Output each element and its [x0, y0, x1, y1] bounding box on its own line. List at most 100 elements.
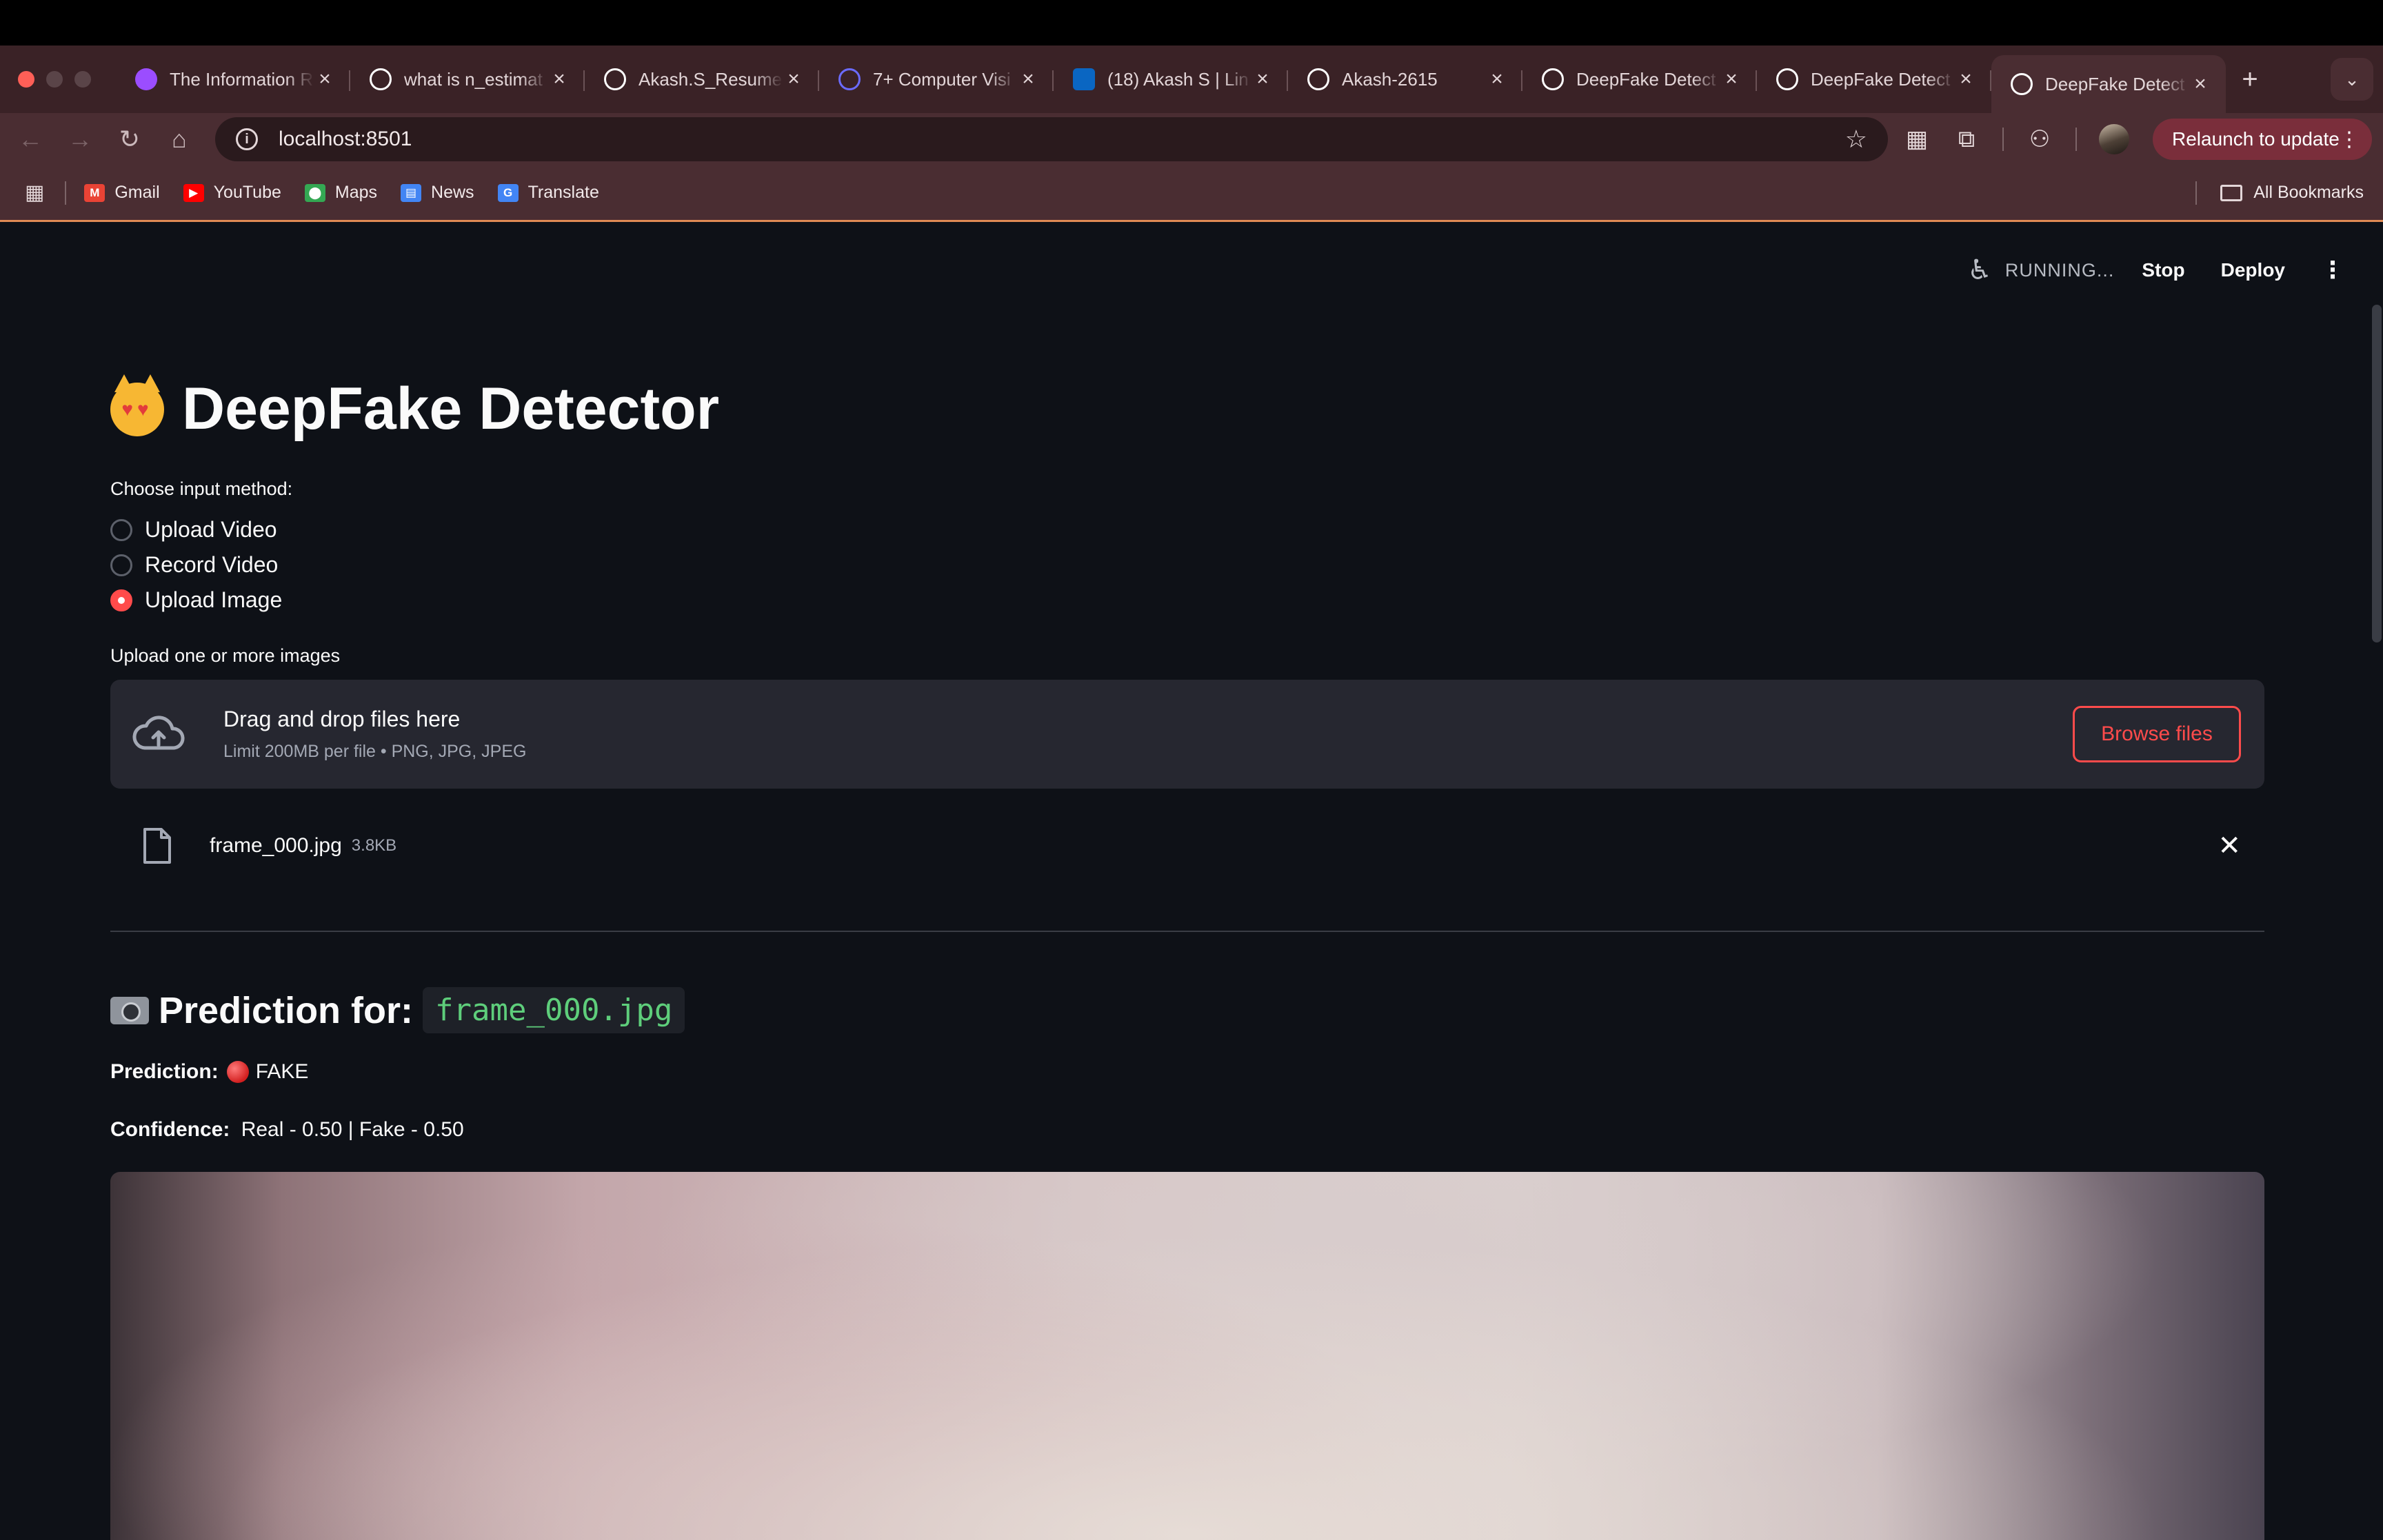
bookmark-label: News	[431, 183, 474, 202]
prediction-heading: Prediction for: frame_000.jpg	[110, 987, 685, 1033]
remove-file-close-icon[interactable]: ✕	[2218, 830, 2241, 862]
relaunch-to-update-button[interactable]: Relaunch to update ⋮	[2153, 119, 2372, 160]
bookmark-item[interactable]: ▶ YouTube	[183, 183, 281, 203]
dropzone-limits: Limit 200MB per file • PNG, JPG, JPEG	[223, 742, 527, 761]
toolbar-separator	[2075, 128, 2077, 151]
file-size: 3.8KB	[351, 836, 397, 855]
radio-record-video[interactable]: Record Video	[110, 552, 278, 578]
browser-tab[interactable]: Akash-2615 ×	[1288, 45, 1522, 113]
tab-title: 7+ Computer Visi	[873, 68, 1011, 90]
browser-tab[interactable]: DeepFake Detect ×	[1991, 55, 2226, 113]
bookmark-label: YouTube	[213, 183, 281, 202]
browser-tab[interactable]: Akash.S_Resume ×	[585, 45, 819, 113]
file-dropzone[interactable]: Drag and drop files here Limit 200MB per…	[110, 680, 2264, 789]
radio-circle[interactable]	[110, 518, 132, 541]
prediction-value: FAKE	[255, 1060, 309, 1083]
more-vertical-icon: ⋮	[2339, 128, 2360, 151]
streamlit-header: ♿ RUNNING... Stop Deploy ⋮	[1967, 222, 2383, 318]
browser-tab[interactable]: DeepFake Detect ×	[1522, 45, 1757, 113]
bookmark-star-icon[interactable]: ☆	[1845, 125, 1867, 154]
minimize-window-button[interactable]	[46, 71, 63, 88]
bookmark-item[interactable]: M Gmail	[84, 183, 160, 203]
folder-icon	[2220, 184, 2243, 201]
radio-upload-image[interactable]: Upload Image	[110, 587, 282, 613]
qr-code-icon[interactable]: ▦	[1903, 125, 1931, 153]
news-icon: ▤	[401, 183, 422, 202]
tab-search-button[interactable]: ⌄	[2331, 58, 2373, 101]
input-method-label: Choose input method:	[110, 478, 293, 499]
radio-label: Upload Image	[145, 587, 283, 612]
browser-tab[interactable]: The Information R ×	[116, 45, 350, 113]
tab-title: (18) Akash S | Lin	[1107, 68, 1249, 90]
stop-button[interactable]: Stop	[2142, 259, 2184, 281]
arrow-right-icon: →	[68, 125, 92, 153]
all-bookmarks-button[interactable]: All Bookmarks	[2220, 183, 2364, 203]
forward-button[interactable]: →	[55, 125, 105, 154]
dropzone-title: Drag and drop files here	[223, 707, 461, 731]
upload-label: Upload one or more images	[110, 645, 341, 666]
radio-upload-video[interactable]: Upload Video	[110, 517, 277, 543]
site-info-icon[interactable]: i	[236, 128, 258, 150]
red-circle-icon	[226, 1061, 249, 1083]
radio-circle-selected[interactable]	[110, 589, 132, 611]
url-text[interactable]: localhost:8501	[279, 128, 1845, 151]
extensions-puzzle-icon[interactable]: ⧉	[1953, 125, 1980, 153]
confidence-line: Confidence: Real - 0.50 | Fake - 0.50	[110, 1118, 464, 1142]
bookmark-item[interactable]: G Translate	[497, 183, 599, 203]
close-tab-icon[interactable]: ×	[1721, 68, 1742, 91]
close-tab-icon[interactable]: ×	[1252, 68, 1273, 91]
browser-tab[interactable]: what is n_estimat ×	[350, 45, 585, 113]
main-menu-icon[interactable]: ⋮	[2321, 256, 2344, 284]
zoom-window-button[interactable]	[74, 71, 91, 88]
browser-tab[interactable]: DeepFake Detect ×	[1757, 45, 1991, 113]
window-controls	[18, 71, 91, 88]
radio-circle[interactable]	[110, 554, 132, 576]
close-tab-icon[interactable]: ×	[1487, 68, 1507, 91]
reload-button[interactable]: ↻	[105, 125, 154, 154]
home-button[interactable]: ⌂	[154, 125, 204, 154]
prediction-line: Prediction: FAKE	[110, 1060, 308, 1084]
confidence-label: Confidence:	[110, 1118, 230, 1141]
apps-grid-icon[interactable]: ▦	[25, 181, 44, 205]
radio-label: Record Video	[145, 552, 279, 577]
purple-hex-icon	[135, 68, 157, 90]
app-page: ♿ RUNNING... Stop Deploy ⋮ ♥♥ DeepFake D…	[0, 222, 2383, 1540]
bookmark-item[interactable]: ▤ News	[401, 183, 474, 203]
toolbar-icons: ▦ ⧉ ⚇	[1903, 113, 2129, 165]
maps-icon: ⬤	[304, 183, 325, 202]
radio-label: Upload Video	[145, 517, 277, 542]
browser-tab[interactable]: (18) Akash S | Lin ×	[1054, 45, 1288, 113]
page-scrollbar[interactable]	[2372, 305, 2382, 642]
close-tab-icon[interactable]: ×	[2190, 72, 2211, 96]
close-tab-icon[interactable]: ×	[314, 68, 335, 91]
browse-files-button[interactable]: Browse files	[2073, 706, 2241, 762]
bookmarks-bar: ▦ M Gmail ▶ YouTube ⬤ Maps ▤ News G Translate All…	[0, 165, 2383, 222]
incognito-icon[interactable]: ⚇	[2026, 125, 2053, 153]
deploy-button[interactable]: Deploy	[2221, 259, 2285, 281]
file-icon	[143, 828, 171, 864]
tab-strip: The Information R × what is n_estimat × Akas…	[0, 45, 2383, 113]
new-tab-button[interactable]: +	[2226, 64, 2274, 95]
profile-avatar[interactable]	[2099, 124, 2129, 154]
bookmark-item[interactable]: ⬤ Maps	[304, 183, 377, 203]
close-tab-icon[interactable]: ×	[1018, 68, 1038, 91]
streamlit-crown-icon	[2011, 73, 2033, 95]
streamlit-crown-icon	[1542, 68, 1564, 90]
globe-icon	[838, 68, 861, 90]
back-button[interactable]: ←	[6, 125, 55, 154]
address-bar[interactable]: i localhost:8501 ☆	[215, 117, 1888, 161]
close-tab-icon[interactable]: ×	[549, 68, 570, 91]
bookmarks-separator	[2195, 181, 2197, 205]
prediction-heading-text: Prediction for:	[159, 989, 414, 1031]
close-tab-icon[interactable]: ×	[1955, 68, 1976, 91]
tab-title: Akash-2615	[1342, 68, 1438, 90]
bookmarks-separator	[65, 181, 67, 205]
browser-tab[interactable]: 7+ Computer Visi ×	[819, 45, 1054, 113]
running-status-text: RUNNING...	[2004, 259, 2115, 281]
close-window-button[interactable]	[18, 71, 34, 88]
streamlit-crown-icon	[1776, 68, 1798, 90]
page-title-text: DeepFake Detector	[182, 376, 720, 442]
github-icon	[1307, 68, 1329, 90]
close-tab-icon[interactable]: ×	[783, 68, 804, 91]
tab-title: DeepFake Detect	[2045, 73, 2185, 94]
